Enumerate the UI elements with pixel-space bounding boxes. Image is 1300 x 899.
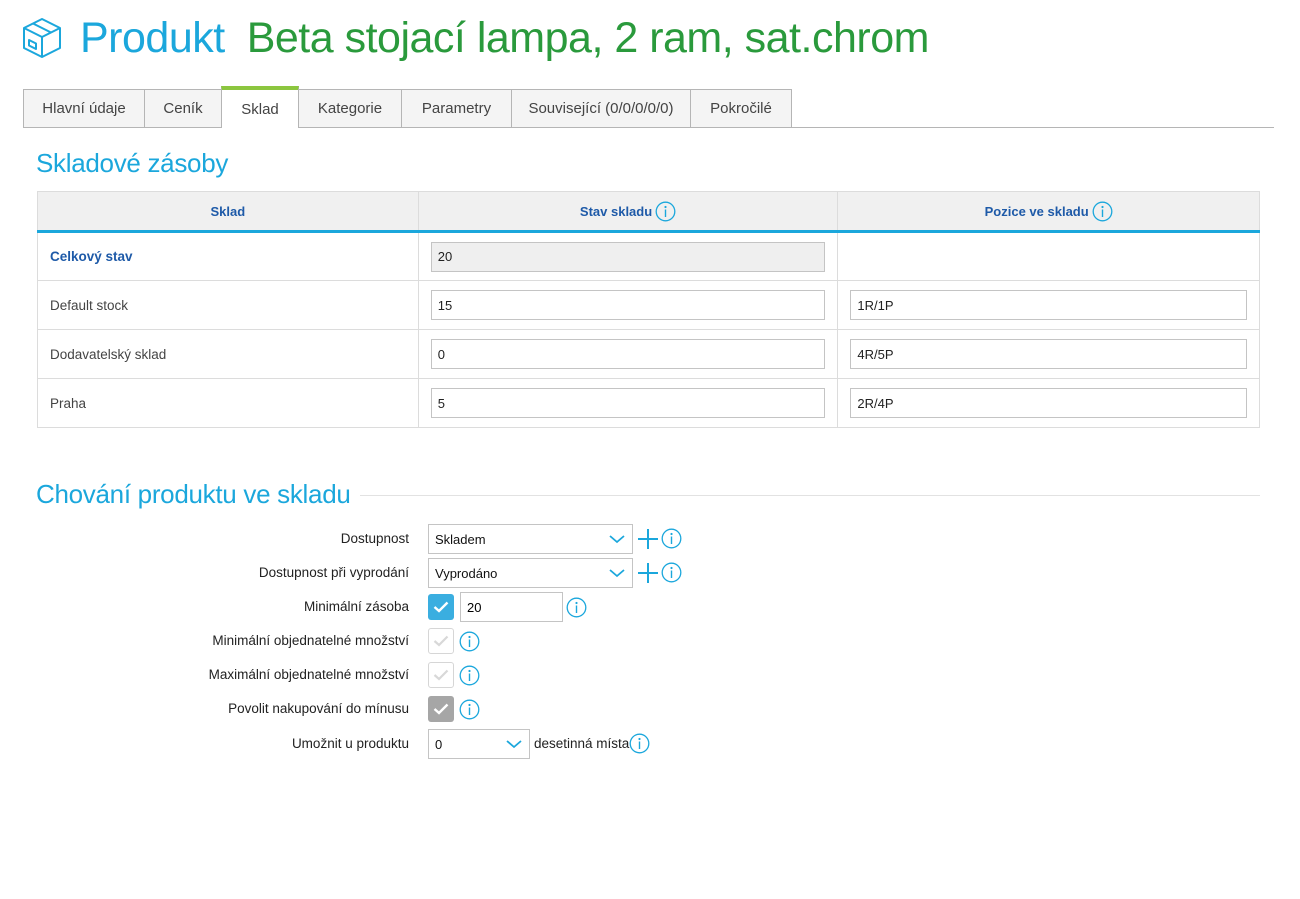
availability-select[interactable]: Skladem — [428, 524, 633, 554]
page-header: Produkt Beta stojací lampa, 2 ram, sat.c… — [20, 10, 929, 66]
stock-section-title: Skladové zásoby — [36, 148, 229, 178]
behavior-section-title: Chování produktu ve skladu — [36, 479, 351, 509]
warehouse-name: Celkový stav — [37, 231, 419, 281]
tab-parameters[interactable]: Parametry — [401, 89, 512, 127]
total-stock-field — [430, 241, 826, 272]
stock-cell — [417, 231, 839, 281]
min-order-qty-label: Minimální objednatelné množství — [212, 633, 409, 648]
stock-cell — [417, 378, 839, 428]
stock-position-input[interactable] — [850, 388, 1247, 418]
info-icon[interactable] — [655, 201, 676, 222]
stock-position-input[interactable] — [850, 290, 1247, 320]
column-header-warehouse: Sklad — [37, 191, 419, 233]
chevron-down-icon — [609, 535, 625, 544]
column-header-stock-level: Stav skladu — [417, 191, 839, 233]
warehouse-name: Praha — [37, 378, 419, 428]
add-icon[interactable] — [637, 562, 659, 584]
column-header-position: Pozice ve skladu — [837, 191, 1260, 233]
info-icon[interactable] — [1092, 201, 1113, 222]
decimals-label: Umožnit u produktu — [291, 736, 409, 751]
info-icon[interactable] — [459, 699, 480, 720]
stock-qty-input[interactable] — [430, 339, 826, 369]
table-row: Celkový stav — [37, 231, 1260, 281]
tab-related[interactable]: Související (0/0/0/0/0) — [511, 89, 691, 127]
availability-soldout-select[interactable]: Vyprodáno — [428, 558, 633, 588]
warehouse-name: Dodavatelský sklad — [37, 329, 419, 379]
decimals-select[interactable]: 0 — [428, 729, 530, 759]
max-order-qty-checkbox[interactable] — [428, 662, 454, 688]
info-icon[interactable] — [661, 528, 682, 549]
chevron-down-icon — [609, 569, 625, 578]
tab-bar: Hlavní údaje Ceník Sklad Kategorie Param… — [23, 86, 1274, 128]
checkmark-icon — [433, 703, 449, 715]
info-icon[interactable] — [661, 562, 682, 583]
stock-cell — [417, 280, 839, 330]
table-row: Praha — [37, 378, 1260, 428]
availability-soldout-label: Dostupnost při vyprodání — [258, 565, 409, 580]
stock-table: Sklad Stav skladu Pozice ve skladu Celko… — [37, 191, 1260, 428]
checkmark-icon — [433, 635, 449, 647]
tab-advanced[interactable]: Pokročilé — [690, 89, 792, 127]
page-label: Produkt — [80, 13, 225, 62]
add-icon[interactable] — [637, 528, 659, 550]
tab-pricelist[interactable]: Ceník — [144, 89, 222, 127]
position-cell — [837, 378, 1260, 428]
checkmark-icon — [433, 669, 449, 681]
info-icon[interactable] — [459, 665, 480, 686]
stock-qty-input[interactable] — [430, 290, 826, 320]
stock-position-input[interactable] — [850, 339, 1247, 369]
info-icon[interactable] — [566, 597, 587, 618]
position-cell — [837, 280, 1260, 330]
table-row: Default stock — [37, 280, 1260, 330]
allow-negative-checkbox[interactable] — [428, 696, 454, 722]
product-title: Beta stojací lampa, 2 ram, sat.chrom — [246, 13, 930, 62]
min-stock-input[interactable] — [460, 592, 563, 622]
tab-categories[interactable]: Kategorie — [298, 89, 402, 127]
tab-stock[interactable]: Sklad — [221, 86, 299, 128]
decimals-suffix: desetinná místa — [534, 736, 630, 751]
warehouse-name: Default stock — [37, 280, 419, 330]
position-cell — [837, 231, 1260, 281]
product-box-icon — [23, 18, 61, 58]
stock-cell — [417, 329, 839, 379]
min-stock-label: Minimální zásoba — [303, 599, 409, 614]
min-stock-checkbox[interactable] — [428, 594, 454, 620]
min-order-qty-checkbox[interactable] — [428, 628, 454, 654]
position-cell — [837, 329, 1260, 379]
stock-qty-input[interactable] — [430, 388, 826, 418]
info-icon[interactable] — [629, 733, 650, 754]
availability-label: Dostupnost — [340, 531, 409, 546]
table-row: Dodavatelský sklad — [37, 329, 1260, 379]
checkmark-icon — [433, 601, 449, 613]
tab-main-info[interactable]: Hlavní údaje — [23, 89, 145, 127]
info-icon[interactable] — [459, 631, 480, 652]
max-order-qty-label: Maximální objednatelné množství — [208, 667, 409, 682]
section-divider — [360, 495, 1260, 496]
allow-negative-label: Povolit nakupování do mínusu — [228, 701, 409, 716]
chevron-down-icon — [506, 740, 522, 749]
